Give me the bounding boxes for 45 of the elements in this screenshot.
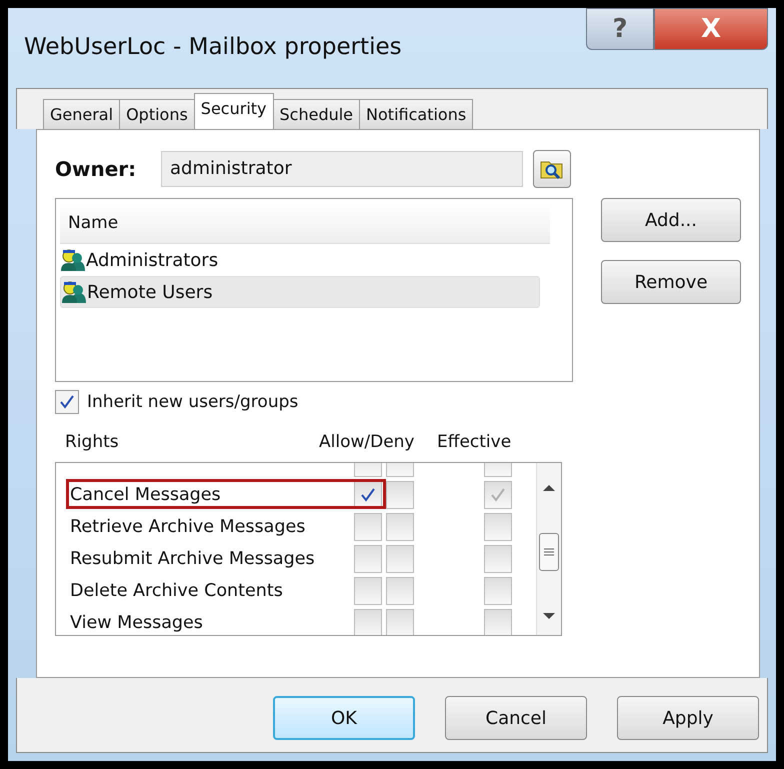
scroll-down-icon[interactable]	[542, 611, 556, 621]
inherit-label: Inherit new users/groups	[87, 392, 298, 412]
right-name: Delete Archive Contents	[69, 581, 284, 601]
dialog-button[interactable]: Cancel	[445, 696, 587, 740]
allow-deny-header: Allow/Deny	[319, 432, 416, 454]
deny-checkbox[interactable]	[386, 513, 414, 541]
browse-button[interactable]	[533, 150, 571, 188]
help-button[interactable]: ?	[586, 8, 654, 50]
owner-label: Owner:	[55, 157, 138, 181]
deny-checkbox[interactable]	[386, 481, 414, 509]
deny-checkbox[interactable]	[386, 577, 414, 605]
owner-field[interactable]: administrator	[161, 151, 523, 187]
user-group-item[interactable]: Administrators	[60, 244, 540, 276]
user-group-icon	[60, 248, 86, 272]
check-icon	[58, 393, 76, 411]
tab[interactable]: Notifications	[359, 99, 474, 129]
tab[interactable]: Schedule	[272, 99, 360, 129]
scroll-thumb[interactable]	[539, 533, 559, 571]
tab[interactable]: Options	[119, 99, 195, 129]
tab[interactable]: Security	[194, 93, 274, 129]
user-group-icon	[61, 280, 87, 304]
right-name: Resubmit Archive Messages	[69, 549, 316, 569]
allow-checkbox[interactable]	[354, 609, 382, 635]
window-title: WebUserLoc - Mailbox properties	[24, 34, 402, 60]
dialog-button[interactable]: Apply	[617, 696, 759, 740]
inherit-checkbox[interactable]	[55, 390, 79, 414]
right-name: View Messages	[69, 613, 204, 633]
right-name: Cancel Messages	[69, 485, 222, 505]
deny-checkbox[interactable]	[386, 545, 414, 573]
right-name: Retrieve Archive Messages	[69, 517, 306, 537]
tab[interactable]: General	[43, 99, 120, 129]
dialog-button[interactable]: OK	[273, 696, 415, 740]
user-group-item[interactable]: Remote Users	[60, 276, 540, 308]
scrollbar[interactable]	[536, 463, 561, 635]
side-button[interactable]: Remove	[601, 260, 741, 304]
allow-checkbox[interactable]	[354, 577, 382, 605]
side-button[interactable]: Add...	[601, 198, 741, 242]
check-icon	[489, 486, 507, 504]
allow-checkbox[interactable]	[354, 513, 382, 541]
effective-header: Effective	[437, 432, 512, 454]
allow-checkbox[interactable]	[354, 545, 382, 573]
scroll-up-icon[interactable]	[542, 483, 556, 493]
check-icon	[359, 486, 377, 504]
rights-header: Rights	[64, 432, 120, 454]
deny-checkbox[interactable]	[386, 609, 414, 635]
